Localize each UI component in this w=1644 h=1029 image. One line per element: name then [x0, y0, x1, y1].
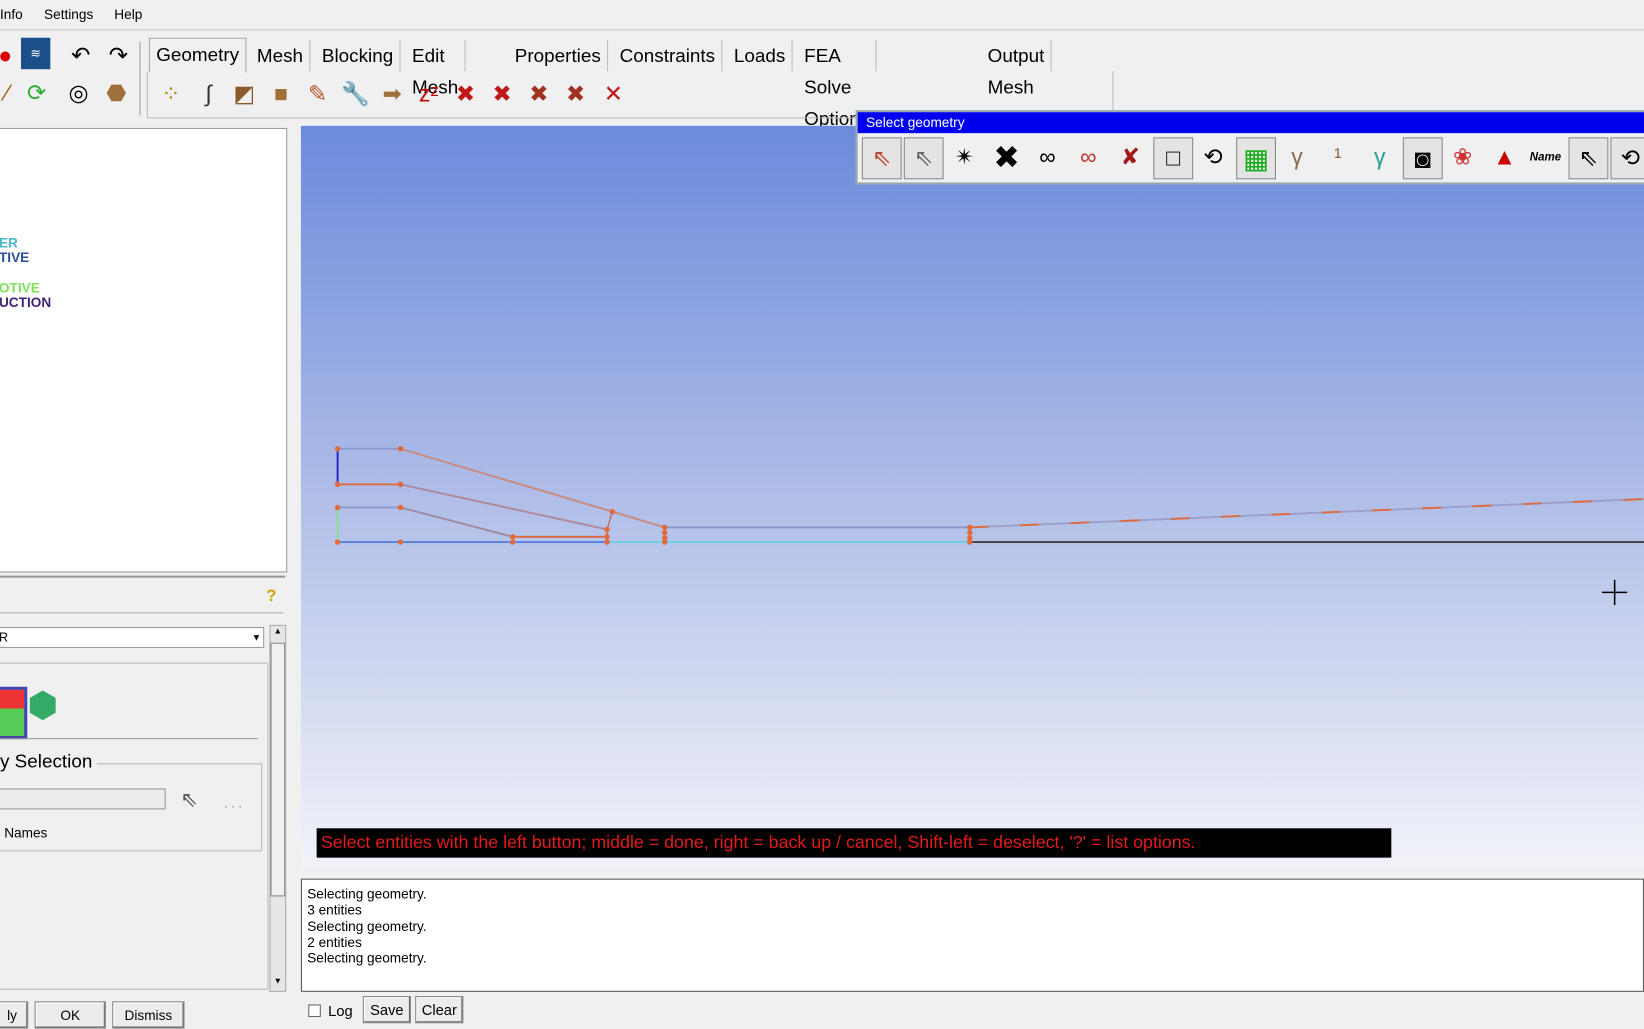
curve: [400, 483, 608, 531]
point: [662, 539, 668, 545]
curve: [606, 511, 613, 530]
curve: [400, 506, 513, 538]
point: [334, 504, 341, 511]
name-button[interactable]: Name: [1527, 137, 1565, 177]
select-geometry-toolbar: Select geometry ⇖ ⇖ ✴ ✖ ∞ ∞ ✘ □ ⟲ ▦ γ ¹ …: [855, 110, 1644, 185]
select-curves-gamma-icon[interactable]: γ: [1278, 137, 1316, 177]
point: [662, 524, 668, 531]
point: [967, 529, 973, 536]
cancel-selection-icon[interactable]: ✘: [1111, 137, 1149, 177]
log-line: 2 entities: [307, 934, 362, 950]
point: [604, 539, 610, 545]
curve: [400, 447, 613, 513]
select-by-name-icon[interactable]: ⇖: [861, 137, 902, 180]
point: [967, 539, 973, 545]
point: [604, 534, 610, 540]
crosshair-cursor-icon: [1602, 579, 1628, 605]
point: [334, 446, 341, 452]
select-blank-icon[interactable]: ◙: [1402, 137, 1443, 180]
point: [509, 539, 516, 545]
point: [604, 526, 610, 533]
save-button[interactable]: Save: [362, 996, 412, 1024]
point: [509, 534, 516, 540]
point: [662, 529, 668, 536]
point: [397, 446, 404, 452]
select-surfaces-icon[interactable]: ▦: [1236, 137, 1276, 180]
select-geometry-title: Select geometry: [857, 112, 1644, 134]
curve: [612, 510, 666, 529]
log-line: 3 entities: [307, 901, 362, 918]
log-line: Selecting geometry.: [307, 950, 427, 966]
log-line: Selecting geometry.: [307, 918, 427, 934]
select-more-icon[interactable]: ⟲: [1610, 137, 1644, 180]
point: [609, 508, 616, 515]
box-select-icon[interactable]: □: [1153, 137, 1194, 180]
icem-cfd-window: Info Settings Help ● ≋ ↶ ↷ ⁄ ⟳ ◎ ⬣ Geome…: [0, 0, 1644, 1029]
point: [397, 539, 404, 545]
point: [334, 539, 341, 545]
polygon-select-icon[interactable]: ⟲: [1194, 137, 1232, 177]
select-visible-icon[interactable]: ∞: [1029, 137, 1067, 177]
select-curves-1-icon[interactable]: ¹: [1319, 137, 1357, 177]
select-all-visible-icon[interactable]: ✴: [946, 137, 984, 177]
select-parts-icon[interactable]: ❀: [1444, 137, 1482, 177]
select-name-icon[interactable]: ⇖: [903, 137, 944, 180]
select-hidden-icon[interactable]: ∞: [1069, 137, 1107, 177]
clear-button[interactable]: Clear: [415, 996, 464, 1024]
point: [397, 481, 404, 488]
status-message: Select entities with the left button; mi…: [316, 828, 1392, 858]
point: [334, 481, 341, 488]
log-checkbox[interactable]: [308, 1004, 321, 1018]
message-log[interactable]: Selecting geometry. 3 entities Selecting…: [300, 878, 1644, 992]
point: [967, 524, 973, 531]
point: [397, 504, 404, 511]
log-line: Selecting geometry.: [307, 885, 427, 902]
select-angle-icon[interactable]: γ: [1361, 137, 1399, 177]
select-shapes-icon[interactable]: ▲: [1486, 137, 1524, 177]
select-points-icon[interactable]: ⇖: [1568, 137, 1609, 180]
log-label[interactable]: Log: [328, 1002, 352, 1019]
toggle-all-icon[interactable]: ✖: [988, 137, 1026, 177]
